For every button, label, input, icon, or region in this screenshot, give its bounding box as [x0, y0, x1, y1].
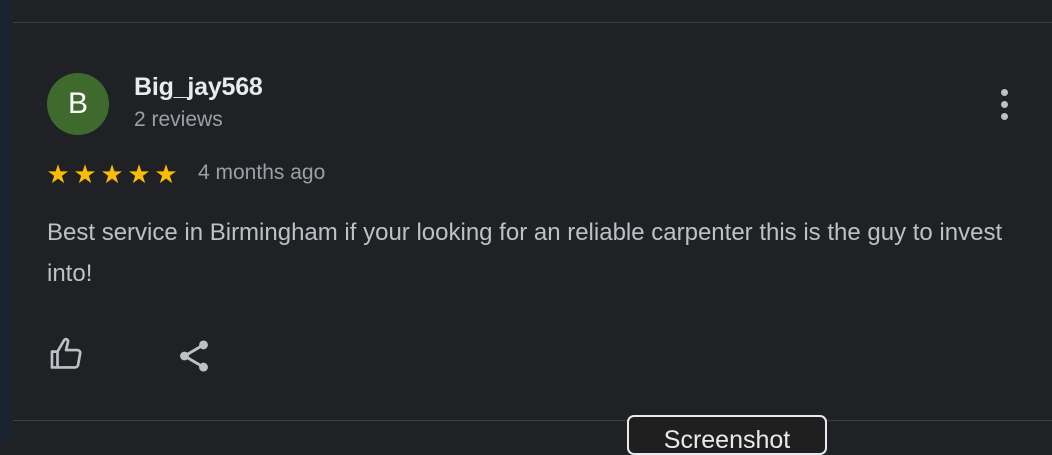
more-vert-icon-dot: [1000, 100, 1008, 108]
review-text: Best service in Birmingham if your looki…: [47, 219, 1003, 287]
star-icon: ★: [100, 159, 124, 189]
star-icon: ★: [46, 159, 70, 189]
star-icon: ★: [127, 159, 151, 189]
left-edge-strip: [0, 0, 13, 444]
more-vert-icon-dot: [1000, 88, 1008, 96]
thumbs-up-icon: [50, 337, 82, 369]
top-divider: [13, 22, 1052, 23]
star-icon: ★: [73, 159, 97, 189]
share-icon: [180, 340, 208, 372]
review-date: 4 months ago: [198, 161, 326, 184]
avatar[interactable]: B: [47, 73, 109, 135]
star-rating: ★ ★ ★ ★ ★: [45, 161, 179, 187]
reviewer-name[interactable]: Big_jay568: [134, 73, 263, 102]
more-vert-icon-dot: [1000, 112, 1008, 120]
more-options-button[interactable]: [988, 82, 1020, 126]
like-button[interactable]: [45, 334, 89, 374]
bottom-divider: [13, 420, 1052, 421]
screenshot-button[interactable]: Screenshot: [627, 415, 827, 455]
review-count[interactable]: 2 reviews: [134, 108, 223, 132]
star-icon: ★: [154, 159, 178, 189]
share-button[interactable]: [172, 334, 216, 378]
